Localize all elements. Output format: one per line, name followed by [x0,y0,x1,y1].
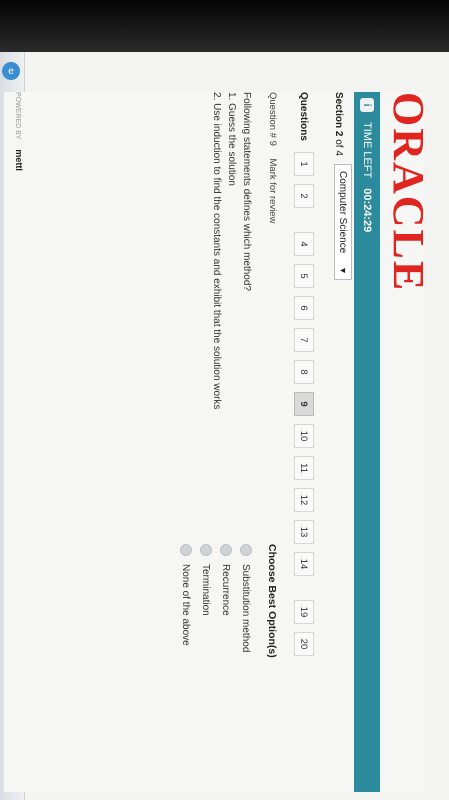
chevron-down-icon: ▾ [337,267,349,273]
footer: POWERED BY mettl [14,92,24,792]
oracle-logo: ORACLE [384,92,433,293]
question-line-1: 1. Guess the solution [226,92,237,186]
time-left-value: 00:24:29 [361,188,373,233]
question-nav-gap [295,584,313,592]
option-label: Substitution method [240,564,252,653]
subject-select-value: Computer Science [337,171,349,254]
question-nav-19[interactable]: 19 [294,600,314,624]
question-nav-6[interactable]: 6 [294,296,314,320]
question-prompt: Following statements defines which metho… [241,92,252,291]
question-nav-gap [295,216,313,224]
section-indicator: Section 2 of 4 [333,92,344,156]
option-label: Recurrence [220,564,232,616]
questions-nav-row: Questions 1 2 4 5 6 7 8 9 10 11 12 13 14… [294,92,314,792]
exam-page: ORACLE i TIME LEFT 00:24:29 Section 2 of… [4,92,433,792]
option-substitution[interactable]: Substitution method [236,544,256,652]
monitor-bezel [0,0,449,52]
question-body: Following statements defines which metho… [209,92,254,522]
mark-review-link[interactable]: Mark for review [267,159,278,224]
options-title: Choose Best Option(s) [266,544,278,658]
question-nav-12[interactable]: 12 [294,488,314,512]
section-current: 2 [333,130,344,137]
section-of: of 4 [333,139,344,156]
radio-icon[interactable] [240,544,252,556]
radio-icon[interactable] [200,544,212,556]
question-nav-7[interactable]: 7 [294,328,314,352]
question-number: Question # 9 [267,92,278,146]
subject-select[interactable]: Computer Science ▾ [334,164,352,280]
question-nav-4[interactable]: 4 [294,232,314,256]
question-nav-13[interactable]: 13 [294,520,314,544]
radio-icon[interactable] [220,544,232,556]
option-label: Termination [200,564,212,616]
option-none[interactable]: None of the above [176,544,196,652]
browser-icon[interactable]: e [2,62,20,80]
question-nav-8[interactable]: 8 [294,360,314,384]
screen: e ORACLE i TIME LEFT 00:24:29 Section 2 … [0,52,449,800]
question-nav: 1 2 4 5 6 7 8 9 10 11 12 13 14 19 20 [294,152,314,664]
question-header: Question # 9 Mark for review [267,92,278,223]
info-icon[interactable]: i [360,98,374,112]
option-label: None of the above [180,564,192,646]
question-nav-1[interactable]: 1 [294,152,314,176]
question-nav-2[interactable]: 2 [294,184,314,208]
powered-by-text: POWERED BY [14,92,21,140]
question-line-2: 2. Use induction to find the constants a… [211,92,222,410]
questions-label: Questions [298,92,310,141]
question-nav-10[interactable]: 10 [294,424,314,448]
options-list: Substitution method Recurrence Terminati… [176,544,256,652]
question-nav-11[interactable]: 11 [294,456,314,480]
time-left-label: TIME LEFT [361,122,373,179]
question-nav-5[interactable]: 5 [294,264,314,288]
option-recurrence[interactable]: Recurrence [216,544,236,652]
time-bar: i TIME LEFT 00:24:29 [354,92,380,792]
option-termination[interactable]: Termination [196,544,216,652]
mettl-logo: mettl [14,149,24,171]
question-nav-9[interactable]: 9 [294,392,314,416]
question-nav-14[interactable]: 14 [294,552,314,576]
section-prefix: Section [333,92,344,129]
radio-icon[interactable] [180,544,192,556]
question-nav-20[interactable]: 20 [294,632,314,656]
